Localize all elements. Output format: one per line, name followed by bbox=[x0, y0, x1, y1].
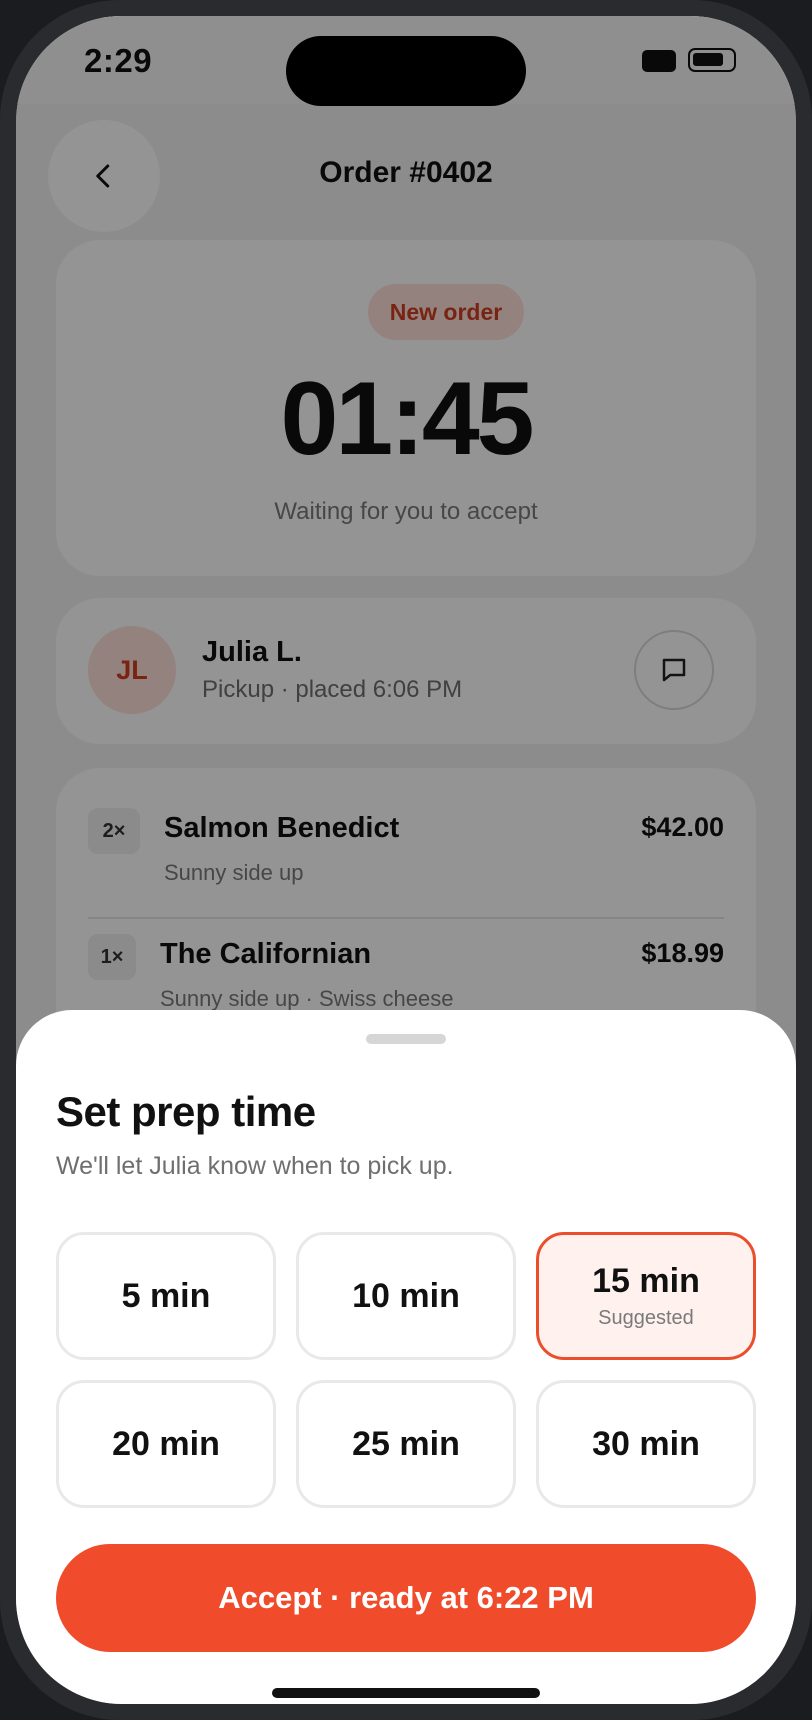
sheet-grabber[interactable] bbox=[366, 1034, 446, 1044]
screen: 2:29 Order #0402 New order 01:45 Waiting… bbox=[16, 16, 796, 1704]
option-label: 10 min bbox=[352, 1276, 460, 1315]
sheet-subtitle: We'll let Julia know when to pick up. bbox=[56, 1152, 454, 1180]
option-label: 20 min bbox=[112, 1424, 220, 1463]
option-label: 25 min bbox=[352, 1424, 460, 1463]
dynamic-island bbox=[286, 36, 526, 106]
sheet-title: Set prep time bbox=[56, 1088, 316, 1135]
prep-option-5[interactable]: 5 min bbox=[56, 1232, 276, 1360]
option-hint: Suggested bbox=[598, 1307, 694, 1329]
prep-option-25[interactable]: 25 min bbox=[296, 1380, 516, 1508]
prep-time-sheet: Set prep time We'll let Julia know when … bbox=[16, 1010, 796, 1704]
prep-option-20[interactable]: 20 min bbox=[56, 1380, 276, 1508]
prep-option-10[interactable]: 10 min bbox=[296, 1232, 516, 1360]
prep-option-15[interactable]: 15 min Suggested bbox=[536, 1232, 756, 1360]
option-label: 15 min bbox=[592, 1262, 700, 1300]
accept-button[interactable]: Accept · ready at 6:22 PM bbox=[56, 1544, 756, 1652]
prep-option-30[interactable]: 30 min bbox=[536, 1380, 756, 1508]
phone-frame: 2:29 Order #0402 New order 01:45 Waiting… bbox=[0, 0, 812, 1720]
home-indicator[interactable] bbox=[272, 1688, 540, 1698]
option-label: 5 min bbox=[121, 1276, 211, 1315]
option-label: 30 min bbox=[592, 1424, 700, 1463]
